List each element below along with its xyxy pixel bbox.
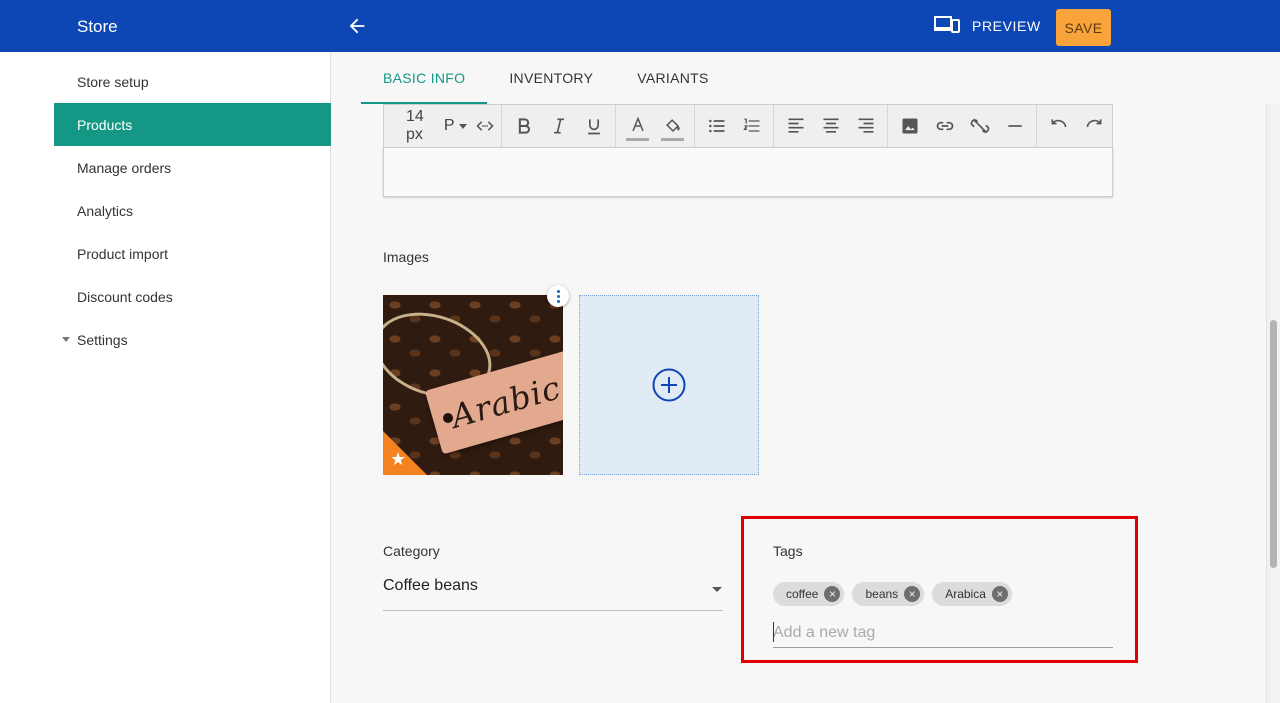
undo-icon[interactable]	[1041, 109, 1076, 143]
star-icon: ★	[390, 449, 407, 469]
top-bar: Store PREVIEW SAVE	[0, 0, 1280, 52]
horizontal-rule-icon[interactable]	[997, 109, 1032, 143]
italic-icon[interactable]	[541, 109, 576, 143]
tag-chip-beans[interactable]: beans ×	[852, 582, 925, 606]
save-button[interactable]: SAVE	[1056, 9, 1111, 46]
image-options-icon[interactable]	[547, 285, 569, 307]
add-image-button[interactable]	[579, 295, 759, 475]
toolbar-group-align	[774, 105, 889, 147]
category-underline	[383, 610, 723, 611]
paragraph-format-label: P	[443, 117, 455, 134]
remove-tag-icon[interactable]: ×	[991, 586, 1008, 602]
tag-chip-label: Arabica	[945, 587, 986, 601]
underline-icon[interactable]	[576, 109, 611, 143]
caret-down-icon	[62, 337, 70, 342]
tag-chip-label: coffee	[786, 587, 819, 601]
align-right-icon[interactable]	[848, 109, 883, 143]
sidebar-item-discount-codes[interactable]: Discount codes	[54, 275, 331, 318]
toolbar-group-color	[616, 105, 696, 147]
paragraph-format-select[interactable]: P	[438, 117, 473, 135]
tags-label: Tags	[773, 543, 803, 559]
sidebar-item-manage-orders[interactable]: Manage orders	[54, 146, 331, 189]
add-tag-input[interactable]	[773, 618, 1113, 648]
code-view-icon[interactable]	[473, 109, 498, 143]
tab-inventory[interactable]: INVENTORY	[487, 52, 615, 104]
toolbar-group-text: 14 px P	[384, 105, 503, 147]
remove-link-icon[interactable]	[962, 109, 997, 143]
toolbar-group-style	[502, 105, 617, 147]
scrollbar-thumb[interactable]	[1270, 320, 1277, 568]
fill-color-swatch	[661, 138, 685, 141]
remove-tag-icon[interactable]: ×	[904, 586, 921, 602]
editor-toolbar: 14 px P	[383, 104, 1113, 147]
sidebar-item-analytics[interactable]: Analytics	[54, 189, 331, 232]
app-title: Store	[77, 17, 118, 36]
images-label: Images	[383, 249, 429, 265]
sidebar-item-settings[interactable]: Settings	[54, 318, 331, 361]
preview-label: PREVIEW	[972, 18, 1041, 34]
text-color-icon[interactable]	[620, 109, 655, 143]
sidebar-item-store-setup[interactable]: Store setup	[54, 60, 331, 103]
tab-bar: BASIC INFO INVENTORY VARIANTS	[361, 52, 731, 104]
product-image[interactable]: Arabic ★	[383, 295, 563, 475]
toolbar-group-history	[1037, 105, 1115, 147]
tab-variants[interactable]: VARIANTS	[615, 52, 730, 104]
numbered-list-icon[interactable]	[734, 109, 769, 143]
category-select[interactable]: Coffee beans	[383, 577, 478, 595]
redo-icon[interactable]	[1076, 109, 1111, 143]
category-label: Category	[383, 543, 440, 559]
insert-link-icon[interactable]	[927, 109, 962, 143]
sidebar-item-label: Store setup	[77, 73, 149, 90]
main-content: BASIC INFO INVENTORY VARIANTS 14 px P Im…	[331, 52, 1280, 703]
text-color-swatch	[626, 138, 650, 141]
sidebar: Store setup Products Manage orders Analy…	[0, 52, 331, 703]
sidebar-item-label: Discount codes	[77, 288, 173, 305]
dropdown-caret-icon	[458, 123, 467, 129]
insert-image-icon[interactable]	[892, 109, 927, 143]
back-arrow-icon[interactable]	[346, 15, 368, 37]
tag-chips: coffee × beans × Arabica ×	[773, 582, 1012, 606]
preview-button[interactable]: PREVIEW	[934, 14, 1041, 38]
remove-tag-icon[interactable]: ×	[824, 586, 841, 602]
devices-icon	[934, 15, 960, 38]
scrollbar[interactable]	[1266, 104, 1280, 703]
toolbar-group-insert	[888, 105, 1038, 147]
bold-icon[interactable]	[506, 109, 541, 143]
add-circle-icon	[652, 368, 686, 402]
sidebar-item-label: Analytics	[77, 202, 134, 219]
tag-chip-arabica[interactable]: Arabica ×	[932, 582, 1012, 606]
rich-text-editor[interactable]	[383, 147, 1113, 197]
text-cursor	[773, 622, 774, 642]
sidebar-item-label: Products	[77, 116, 133, 133]
align-center-icon[interactable]	[813, 109, 848, 143]
tag-chip-coffee[interactable]: coffee ×	[773, 582, 845, 606]
sidebar-item-label: Manage orders	[77, 159, 172, 176]
sidebar-item-label: Product import	[77, 245, 169, 262]
dropdown-caret-icon[interactable]	[712, 587, 722, 592]
tag-hole	[443, 413, 453, 423]
tab-basic-info[interactable]: BASIC INFO	[361, 52, 488, 104]
fill-color-icon[interactable]	[655, 109, 690, 143]
align-left-icon[interactable]	[778, 109, 813, 143]
sidebar-item-label: Settings	[77, 331, 128, 348]
font-size-select[interactable]: 14 px	[388, 108, 438, 144]
toolbar-group-lists	[695, 105, 775, 147]
sidebar-item-products[interactable]: Products	[54, 103, 331, 146]
tag-chip-label: beans	[865, 587, 899, 601]
sidebar-item-product-import[interactable]: Product import	[54, 232, 331, 275]
bulleted-list-icon[interactable]	[699, 109, 734, 143]
